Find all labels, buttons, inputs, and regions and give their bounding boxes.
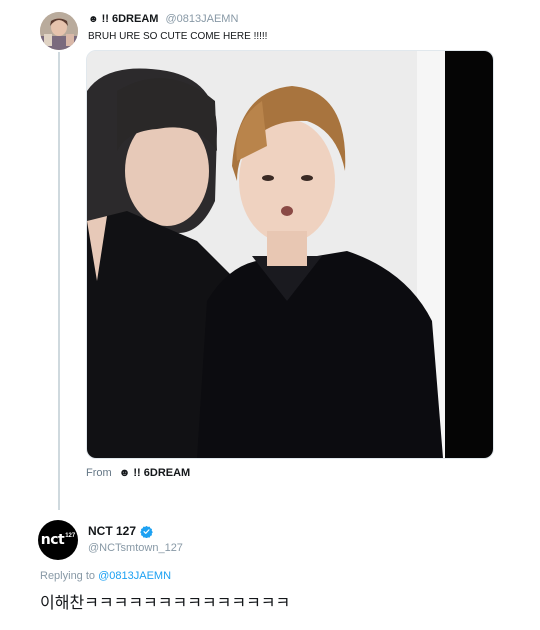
reply-display-name-row: NCT 127 xyxy=(88,524,153,539)
profile-avatar-nct127[interactable]: nct 127 xyxy=(38,520,78,560)
from-label: From xyxy=(86,467,112,479)
profile-avatar-6dream[interactable] xyxy=(40,12,78,50)
media-photo xyxy=(87,51,493,458)
tweet-media-video[interactable] xyxy=(86,50,494,459)
nct-logo: nct xyxy=(40,532,65,548)
reply-user-handle[interactable]: @NCTsmtown_127 xyxy=(88,541,183,555)
user-handle[interactable]: @0813JAEMN xyxy=(166,13,239,25)
reply-display-name[interactable]: NCT 127 xyxy=(88,524,136,539)
verified-badge-icon xyxy=(140,525,153,538)
smiley-icon: ☻ xyxy=(88,14,99,25)
thread-connector-line xyxy=(58,52,60,510)
source-account-link[interactable]: ☻ !! 6DREAM xyxy=(119,467,190,479)
replying-to-line: Replying to @0813JAEMN xyxy=(40,569,171,583)
smiley-icon: ☻ xyxy=(118,467,131,479)
tweet-text: BRUH URE SO CUTE COME HERE !!!!! xyxy=(88,31,268,42)
reply-tweet-text: 이해찬ㅋㅋㅋㅋㅋㅋㅋㅋㅋㅋㅋㅋㅋㅋ xyxy=(40,593,291,612)
display-name[interactable]: !! 6DREAM xyxy=(102,13,159,25)
replying-to-label: Replying to xyxy=(40,570,96,582)
source-account-name: !! 6DREAM xyxy=(133,467,191,479)
tweet-header: ☻ !! 6DREAM @0813JAEMN xyxy=(88,12,238,27)
media-source-attribution: From ☻ !! 6DREAM xyxy=(86,466,190,480)
twitter-thread: ☻ !! 6DREAM @0813JAEMN BRUH URE SO CUTE … xyxy=(0,0,540,630)
replying-to-mention-link[interactable]: @0813JAEMN xyxy=(98,570,171,582)
nct-logo-number: 127 xyxy=(65,533,76,539)
